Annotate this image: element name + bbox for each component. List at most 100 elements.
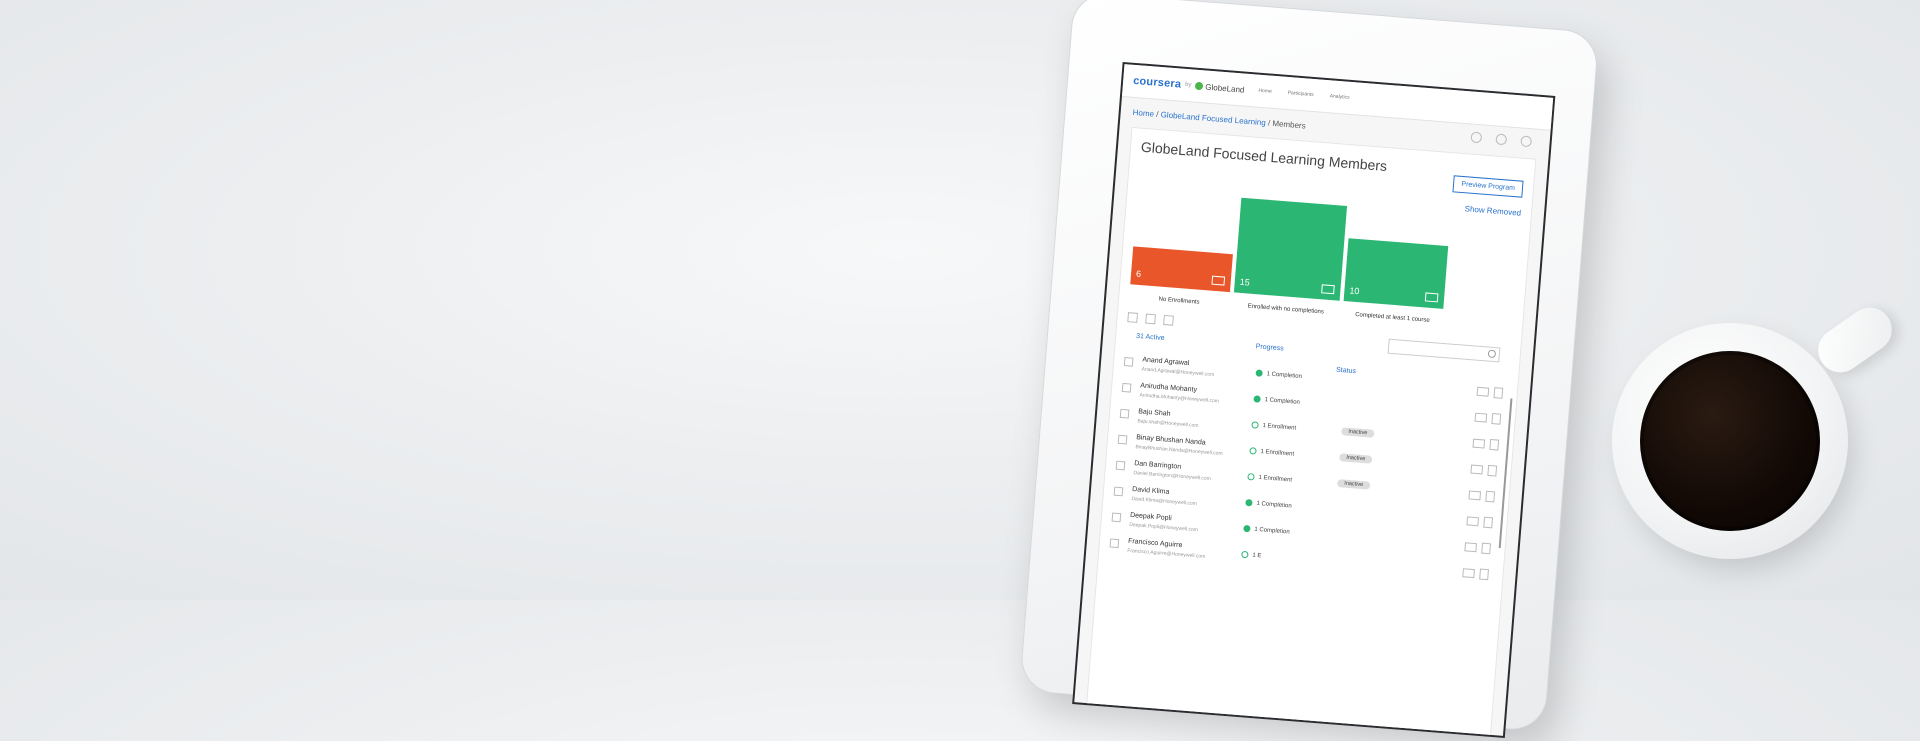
- breadcrumb-program[interactable]: GlobeLand Focused Learning: [1160, 110, 1266, 127]
- progress-text: 1 Completion: [1266, 370, 1303, 380]
- members-panel: GlobeLand Focused Learning Members Previ…: [1084, 126, 1537, 739]
- trash-icon[interactable]: [1481, 542, 1492, 555]
- row-checkbox[interactable]: [1123, 357, 1134, 367]
- bar-value-label: 15: [1239, 276, 1251, 288]
- member-email: Daniel.Barrington@Honeywell.com: [1133, 470, 1212, 483]
- row-checkbox[interactable]: [1119, 408, 1130, 419]
- trash-icon[interactable]: [1479, 568, 1489, 581]
- nav-home[interactable]: Home: [1258, 88, 1272, 95]
- settings-icon[interactable]: [1470, 131, 1483, 144]
- bar-value-label: 6: [1135, 268, 1142, 280]
- globe-icon: [1195, 81, 1204, 91]
- member-name: Francisco Aguirre: [1127, 537, 1183, 550]
- check-circle-icon: [1241, 550, 1249, 559]
- bulk-mail-icon[interactable]: [1145, 313, 1156, 325]
- row-checkbox[interactable]: [1111, 512, 1122, 523]
- member-name: David Klima: [1131, 486, 1170, 496]
- tablet-device: coursera by GlobeLand Home Participants …: [1020, 0, 1599, 739]
- mail-icon[interactable]: [1468, 490, 1482, 501]
- help-icon[interactable]: [1495, 133, 1508, 146]
- brand-by: by: [1184, 81, 1192, 89]
- progress-text: 1 Completion: [1256, 500, 1292, 510]
- bar-category-label: Completed at least 1 course: [1354, 311, 1430, 324]
- check-circle-icon: [1247, 473, 1255, 481]
- breadcrumb-current: Members: [1272, 118, 1307, 131]
- check-circle-icon: [1245, 498, 1253, 507]
- member-progress: 1 Enrollment: [1247, 473, 1292, 483]
- mail-icon[interactable]: [1424, 292, 1439, 303]
- partner-logo: GlobeLand: [1195, 81, 1245, 94]
- check-circle-icon: [1253, 395, 1261, 403]
- member-name: Anand Agrawal: [1142, 356, 1190, 368]
- member-progress: 1 Enrollment: [1249, 447, 1294, 457]
- progress-text: 1 E: [1252, 552, 1262, 559]
- mail-icon[interactable]: [1464, 542, 1477, 553]
- chart-bar[interactable]: 6: [1130, 246, 1233, 293]
- status-badge: Inactive: [1339, 453, 1373, 464]
- progress-text: 1 Completion: [1254, 526, 1290, 535]
- member-email: Deepak.Popli@Honeywell.com: [1129, 521, 1199, 534]
- progress-header[interactable]: Progress: [1255, 343, 1283, 352]
- check-circle-icon: [1249, 447, 1257, 455]
- row-checkbox[interactable]: [1109, 538, 1120, 549]
- trash-icon[interactable]: [1491, 413, 1502, 425]
- trash-icon[interactable]: [1493, 387, 1504, 399]
- check-circle-icon: [1255, 369, 1263, 377]
- mail-icon[interactable]: [1470, 464, 1484, 475]
- member-email: BinayBhushan.Nanda@Honeywell.com: [1135, 444, 1223, 457]
- mail-icon[interactable]: [1472, 438, 1486, 449]
- bar-category-label: Enrolled with no completions: [1247, 303, 1325, 316]
- progress-text: 1 Enrollment: [1260, 448, 1295, 458]
- row-checkbox[interactable]: [1117, 434, 1128, 445]
- member-email: Baju.shah@Honeywell.com: [1137, 418, 1199, 430]
- nav-analytics[interactable]: Analytics: [1329, 93, 1349, 101]
- mail-icon[interactable]: [1211, 275, 1226, 286]
- check-circle-icon: [1251, 421, 1259, 429]
- trash-icon[interactable]: [1489, 438, 1500, 451]
- status-badge: Inactive: [1341, 427, 1375, 438]
- member-name: Deepak Popli: [1129, 511, 1172, 523]
- row-checkbox[interactable]: [1113, 486, 1124, 497]
- row-checkbox[interactable]: [1121, 382, 1132, 393]
- member-email: Francisco.Aguirre@Honeywell.com: [1127, 547, 1206, 560]
- check-circle-icon: [1243, 524, 1251, 533]
- breadcrumb-home[interactable]: Home: [1132, 108, 1154, 119]
- mail-icon[interactable]: [1476, 386, 1490, 397]
- user-icon[interactable]: [1520, 135, 1533, 148]
- trash-icon[interactable]: [1483, 516, 1494, 529]
- members-list: Anand Agrawal Anand.Agrawal@Honeywell.com…: [1109, 353, 1508, 590]
- progress-text: 1 Completion: [1264, 396, 1301, 406]
- member-name: Dan Barrington: [1133, 460, 1182, 471]
- top-nav: Home Participants Analytics: [1258, 88, 1350, 101]
- bar-value-label: 10: [1349, 285, 1360, 297]
- member-progress: 1 Completion: [1243, 524, 1290, 536]
- member-progress: 1 Completion: [1245, 498, 1292, 510]
- mail-icon[interactable]: [1466, 516, 1480, 527]
- trash-icon[interactable]: [1487, 464, 1498, 477]
- member-progress: 1 Completion: [1255, 369, 1302, 380]
- trash-icon[interactable]: [1485, 490, 1496, 503]
- member-progress: 1 E: [1241, 550, 1262, 560]
- member-name: Baju Shah: [1137, 408, 1171, 418]
- member-progress: 1 Completion: [1253, 395, 1300, 406]
- row-checkbox[interactable]: [1115, 460, 1126, 471]
- chart-bar[interactable]: 15: [1233, 197, 1348, 301]
- mail-icon[interactable]: [1462, 568, 1475, 579]
- tablet-scene: coursera by GlobeLand Home Participants …: [0, 0, 1920, 739]
- member-progress: 1 Enrollment: [1251, 421, 1296, 431]
- tablet-screen: coursera by GlobeLand Home Participants …: [1072, 61, 1556, 739]
- bar-category-label: No Enrollments: [1158, 296, 1200, 306]
- search-icon[interactable]: [1487, 349, 1497, 359]
- coursera-logo[interactable]: coursera: [1133, 75, 1182, 91]
- mail-icon[interactable]: [1321, 284, 1335, 295]
- nav-participants[interactable]: Participants: [1287, 90, 1314, 98]
- progress-text: 1 Enrollment: [1262, 422, 1297, 432]
- coffee-liquid: [1640, 351, 1820, 531]
- member-email: Anirudha.Mohanty@Honeywell.com: [1139, 392, 1220, 405]
- members-bar-chart: 6 No Enrollments 15 Enrolled with no comple…: [1129, 185, 1521, 335]
- mail-icon[interactable]: [1474, 412, 1488, 423]
- progress-text: 1 Enrollment: [1258, 474, 1293, 484]
- select-all-checkbox[interactable]: [1127, 312, 1139, 323]
- chart-bar[interactable]: 10: [1343, 238, 1449, 309]
- bulk-trash-icon[interactable]: [1163, 314, 1174, 326]
